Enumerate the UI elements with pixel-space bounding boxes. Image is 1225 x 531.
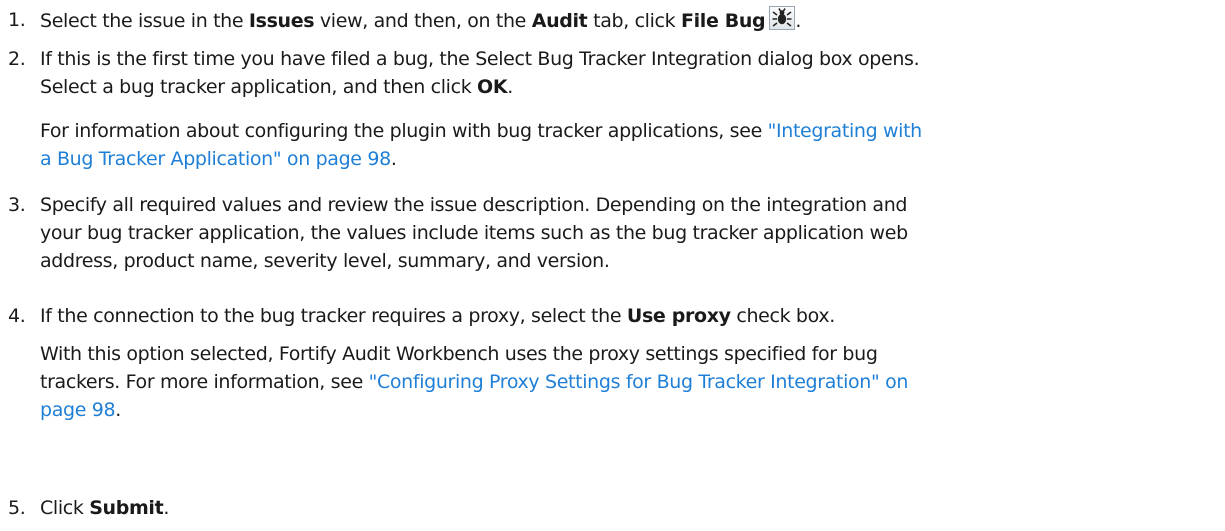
issues-view-label: Issues <box>248 10 315 32</box>
note-text: For information about configuring the pl… <box>40 120 768 142</box>
step-number: 5. <box>8 497 26 519</box>
step-number: 1. <box>8 9 26 31</box>
step-number: 2. <box>8 48 26 70</box>
file-bug-label: File Bug <box>680 10 766 32</box>
note-text: With this option selected, Fortify Audit… <box>40 343 878 365</box>
step-2: 2. If this is the first time you have fi… <box>8 45 1225 101</box>
step-text: tab, click <box>587 10 681 32</box>
step-text: If this is the first time you have filed… <box>40 48 920 70</box>
audit-tab-label: Audit <box>531 10 588 32</box>
proxy-settings-link[interactable]: "Configuring Proxy Settings for Bug Trac… <box>369 371 909 393</box>
proxy-settings-link[interactable]: page 98 <box>40 399 116 421</box>
note-text: . <box>390 148 397 170</box>
step-2-note: For information about configuring the pl… <box>40 117 1220 173</box>
bug-icon <box>769 6 796 30</box>
step-text: check box. <box>730 305 835 327</box>
step-text: . <box>795 10 802 32</box>
note-text: trackers. For more information, see <box>40 371 369 393</box>
submit-button-label: Submit <box>89 497 164 519</box>
use-proxy-label: Use proxy <box>626 305 731 327</box>
step-text: Specify all required values and review t… <box>40 194 908 216</box>
step-text-line: Select a bug tracker application, and th… <box>40 73 1225 101</box>
step-1: 1. Select the issue in the Issues view, … <box>8 6 1225 35</box>
step-text: Select the issue in the <box>40 10 249 32</box>
step-5: 5. Click Submit. <box>8 494 1225 522</box>
step-text: . <box>163 497 170 519</box>
step-text: Click <box>40 497 90 519</box>
step-4: 4. If the connection to the bug tracker … <box>8 302 1225 330</box>
integrating-bug-tracker-link[interactable]: a Bug Tracker Application" on page 98 <box>40 148 391 170</box>
step-text: Select a bug tracker application, and th… <box>40 76 478 98</box>
integrating-bug-tracker-link[interactable]: "Integrating with <box>768 120 923 142</box>
ok-button-label: OK <box>477 76 508 98</box>
step-text: address, product name, severity level, s… <box>40 250 610 272</box>
step-3: 3. Specify all required values and revie… <box>8 191 1225 275</box>
step-text: If the connection to the bug tracker req… <box>40 305 627 327</box>
step-text: view, and then, on the <box>314 10 532 32</box>
step-number: 4. <box>8 305 26 327</box>
step-text: your bug tracker application, the values… <box>40 222 908 244</box>
note-text: . <box>115 399 121 421</box>
step-4-note: With this option selected, Fortify Audit… <box>40 340 1220 424</box>
step-number: 3. <box>8 194 26 216</box>
step-text: . <box>507 76 513 98</box>
